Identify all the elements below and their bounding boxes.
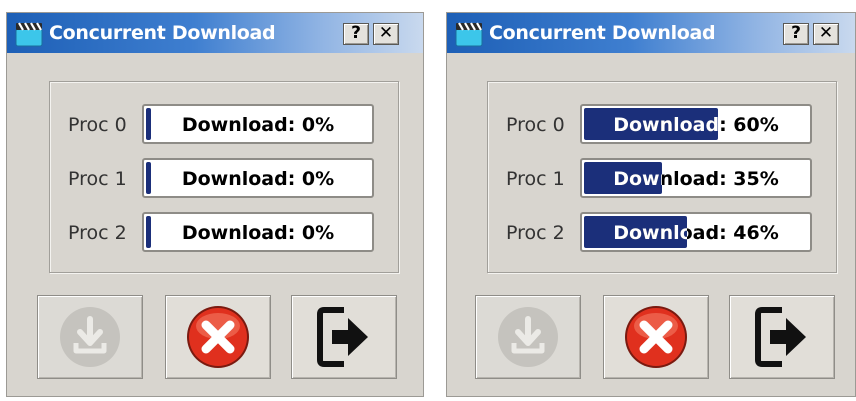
download-icon xyxy=(498,307,558,367)
progress-text-overlay: Download: 60% xyxy=(582,106,718,142)
proc-label: Proc 2 xyxy=(68,222,127,244)
proc-row-1: Proc 1 Download: 0% xyxy=(50,158,398,198)
window-title: Concurrent Download xyxy=(489,22,716,44)
title-bar[interactable]: Concurrent Download ? ✕ xyxy=(447,13,855,53)
exit-icon xyxy=(317,307,368,367)
cancel-button[interactable] xyxy=(165,295,271,379)
window-title: Concurrent Download xyxy=(49,22,276,44)
progress-bar: Download: 60% Download: 60% xyxy=(580,104,812,144)
cancel-button[interactable] xyxy=(603,295,709,379)
help-button[interactable]: ? xyxy=(783,23,809,45)
help-button[interactable]: ? xyxy=(343,23,369,45)
proc-label: Proc 1 xyxy=(68,168,127,190)
close-button[interactable]: ✕ xyxy=(813,23,839,45)
progress-bar: Download: 46% Download: 46% xyxy=(580,212,812,252)
dialog-window-downloading: Concurrent Download ? ✕ Proc 0 Download:… xyxy=(446,12,856,397)
close-button[interactable]: ✕ xyxy=(373,23,399,45)
progress-text-overlay: Download: 46% xyxy=(582,214,687,250)
clapperboard-icon xyxy=(15,22,43,47)
progress-bar: Download: 0% xyxy=(142,158,374,198)
proc-label: Proc 0 xyxy=(506,114,565,136)
exit-icon xyxy=(755,307,806,367)
proc-row-2: Proc 2 Download: 46% Download: 46% xyxy=(488,212,836,252)
proc-row-1: Proc 1 Download: 35% Download: 35% xyxy=(488,158,836,198)
progress-group: Proc 0 Download: 0% Proc 1 Download: 0% … xyxy=(49,81,399,273)
cancel-icon xyxy=(187,306,249,368)
proc-row-0: Proc 0 Download: 60% Download: 60% xyxy=(488,104,836,144)
dialog-window-initial: Concurrent Download ? ✕ Proc 0 Download:… xyxy=(6,12,424,397)
clapperboard-icon xyxy=(455,22,483,47)
progress-bar: Download: 35% Download: 35% xyxy=(580,158,812,198)
progress-text-inverse: Download: 60% xyxy=(613,114,718,136)
download-button[interactable] xyxy=(37,295,143,379)
progress-text: Download: 0% xyxy=(181,168,335,190)
progress-text-overlay: Download: 35% xyxy=(582,160,662,196)
progress-bar: Download: 0% xyxy=(142,212,374,252)
download-button[interactable] xyxy=(475,295,581,379)
progress-text: Download: 0% xyxy=(181,114,335,136)
progress-text-inverse: Download: 35% xyxy=(613,168,662,190)
download-icon xyxy=(60,307,120,367)
progress-text: Download: 0% xyxy=(181,222,335,244)
proc-label: Proc 2 xyxy=(506,222,565,244)
exit-button[interactable] xyxy=(291,295,397,379)
proc-label: Proc 1 xyxy=(506,168,565,190)
proc-row-0: Proc 0 Download: 0% xyxy=(50,104,398,144)
progress-text-inverse: Download: 46% xyxy=(613,222,687,244)
proc-label: Proc 0 xyxy=(68,114,127,136)
proc-row-2: Proc 2 Download: 0% xyxy=(50,212,398,252)
cancel-icon xyxy=(625,306,687,368)
progress-group: Proc 0 Download: 60% Download: 60% Proc … xyxy=(487,81,837,273)
exit-button[interactable] xyxy=(729,295,835,379)
progress-bar: Download: 0% xyxy=(142,104,374,144)
title-bar[interactable]: Concurrent Download ? ✕ xyxy=(7,13,423,53)
